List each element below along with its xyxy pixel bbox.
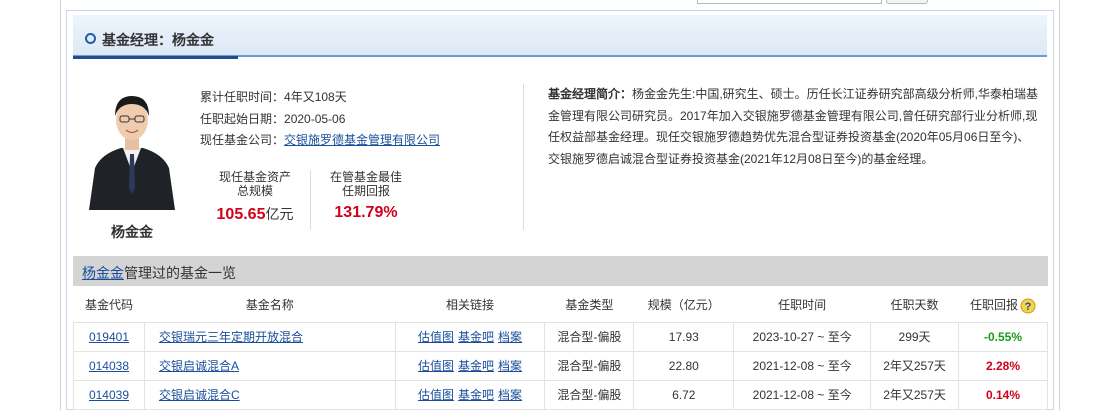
assets-label-line2: 总规模: [236, 184, 273, 198]
manager-bio: 基金经理简介：杨金金先生:中国,研究生、硕士。历任长江证券研究部高级分析师,华泰…: [548, 84, 1040, 170]
fund-days: 2年又257天: [870, 350, 959, 381]
fund-code-link[interactable]: 019401: [89, 330, 129, 344]
fund-return: -0.55%: [958, 321, 1048, 352]
fund-code-link[interactable]: 014038: [89, 359, 129, 373]
col-type: 基金类型: [565, 298, 614, 313]
col-period: 任职时间: [778, 298, 827, 313]
fund-type: 混合型-偏股: [544, 321, 635, 352]
valuation-chart-link[interactable]: 估值图: [418, 359, 454, 373]
fund-size: 22.80: [633, 350, 735, 381]
best-return-value: 131.79%: [334, 204, 398, 221]
best-return-label: 在管基金最佳 任期回报: [316, 170, 416, 198]
fund-type: 混合型-偏股: [544, 350, 635, 381]
fund-type: 混合型-偏股: [544, 379, 635, 410]
start-date-line: 任职起始日期：2020-05-06: [200, 110, 345, 127]
company-link[interactable]: 交银施罗德基金管理有限公司: [284, 133, 440, 147]
fund-table: 基金代码 基金名称 相关链接 基金类型 规模（亿元） 任职时间 任职天数 任职回…: [73, 288, 1048, 410]
valuation-chart-link[interactable]: 估值图: [418, 330, 454, 344]
table-row: 014039 交银启诚混合C 估值图 基金吧 档案 混合型-偏股 6.72 2021…: [73, 379, 1048, 410]
tenure-label: 累计任职时间：: [200, 90, 285, 104]
panel-header: [73, 15, 1047, 57]
bio-divider: [523, 84, 524, 230]
fund-name-link[interactable]: 交银瑞元三年定期开放混合: [159, 330, 303, 344]
start-label: 任职起始日期：: [200, 112, 285, 126]
fund-list-title: 杨金金管理过的基金一览: [82, 263, 236, 283]
fund-days: 299天: [870, 321, 959, 352]
col-return: 任职回报?: [959, 288, 1048, 322]
col-days: 任职天数: [890, 298, 939, 313]
manager-name-link[interactable]: 杨金金: [82, 265, 124, 281]
fund-period: 2023-10-27 ~ 至今: [733, 321, 872, 352]
fund-size: 17.93: [633, 321, 735, 352]
fund-period: 2021-12-08 ~ 至今: [733, 379, 872, 410]
fund-profile-link[interactable]: 档案: [498, 359, 522, 373]
company-label: 现任基金公司：: [200, 133, 285, 147]
fund-days: 2年又257天: [870, 379, 959, 410]
start-value: 2020-05-06: [284, 112, 346, 126]
col-size: 规模（亿元）: [647, 298, 720, 313]
header-underline: [73, 56, 238, 59]
assets-label: 现任基金资产 总规模: [205, 170, 305, 198]
manager-photo: [89, 90, 175, 210]
assets-label-line1: 现任基金资产: [218, 170, 291, 184]
col-return-label: 任职回报: [969, 297, 1018, 312]
fund-period: 2021-12-08 ~ 至今: [733, 350, 872, 381]
fund-forum-link[interactable]: 基金吧: [458, 359, 494, 373]
company-line: 现任基金公司：交银施罗德基金管理有限公司: [200, 131, 440, 148]
assets-number: 105.65: [216, 206, 266, 223]
assets-unit: 亿元: [265, 206, 294, 222]
col-name: 基金名称: [245, 298, 294, 313]
table-header-row: 基金代码 基金名称 相关链接 基金类型 规模（亿元） 任职时间 任职天数 任职回…: [74, 288, 1048, 322]
fund-name-link[interactable]: 交银启诚混合A: [159, 359, 239, 373]
fund-return: 0.14%: [958, 379, 1048, 410]
table-row: 014038 交银启诚混合A 估值图 基金吧 档案 混合型-偏股 22.80 202…: [73, 350, 1048, 381]
fund-size: 6.72: [633, 379, 735, 410]
bio-label: 基金经理简介：: [548, 87, 633, 101]
fund-profile-link[interactable]: 档案: [498, 330, 522, 344]
search-button[interactable]: [886, 0, 928, 4]
table-row: 019401 交银瑞元三年定期开放混合 估值图 基金吧 档案 混合型-偏股 17.9…: [73, 321, 1048, 352]
tenure-value: 4年又108天: [284, 90, 347, 104]
best-label-line2: 任期回报: [341, 184, 390, 198]
col-links: 相关链接: [446, 298, 495, 313]
best-label-line1: 在管基金最佳: [329, 170, 402, 184]
search-input[interactable]: [697, 0, 882, 4]
fund-list-title-suffix: 管理过的基金一览: [124, 265, 236, 281]
help-icon[interactable]: ?: [1020, 298, 1036, 314]
tenure-line: 累计任职时间：4年又108天: [200, 88, 347, 105]
fund-forum-link[interactable]: 基金吧: [458, 330, 494, 344]
manager-name: 杨金金: [111, 224, 153, 240]
col-code: 基金代码: [84, 298, 133, 313]
stat-divider: [310, 170, 311, 230]
assets-value: 105.65亿元: [205, 204, 305, 224]
svg-text:?: ?: [1025, 301, 1032, 313]
fund-return: 2.28%: [958, 350, 1048, 381]
fund-code-link[interactable]: 014039: [89, 388, 129, 402]
page-title: 基金经理：杨金金: [102, 32, 214, 48]
bullet-ring-icon: [85, 33, 96, 44]
